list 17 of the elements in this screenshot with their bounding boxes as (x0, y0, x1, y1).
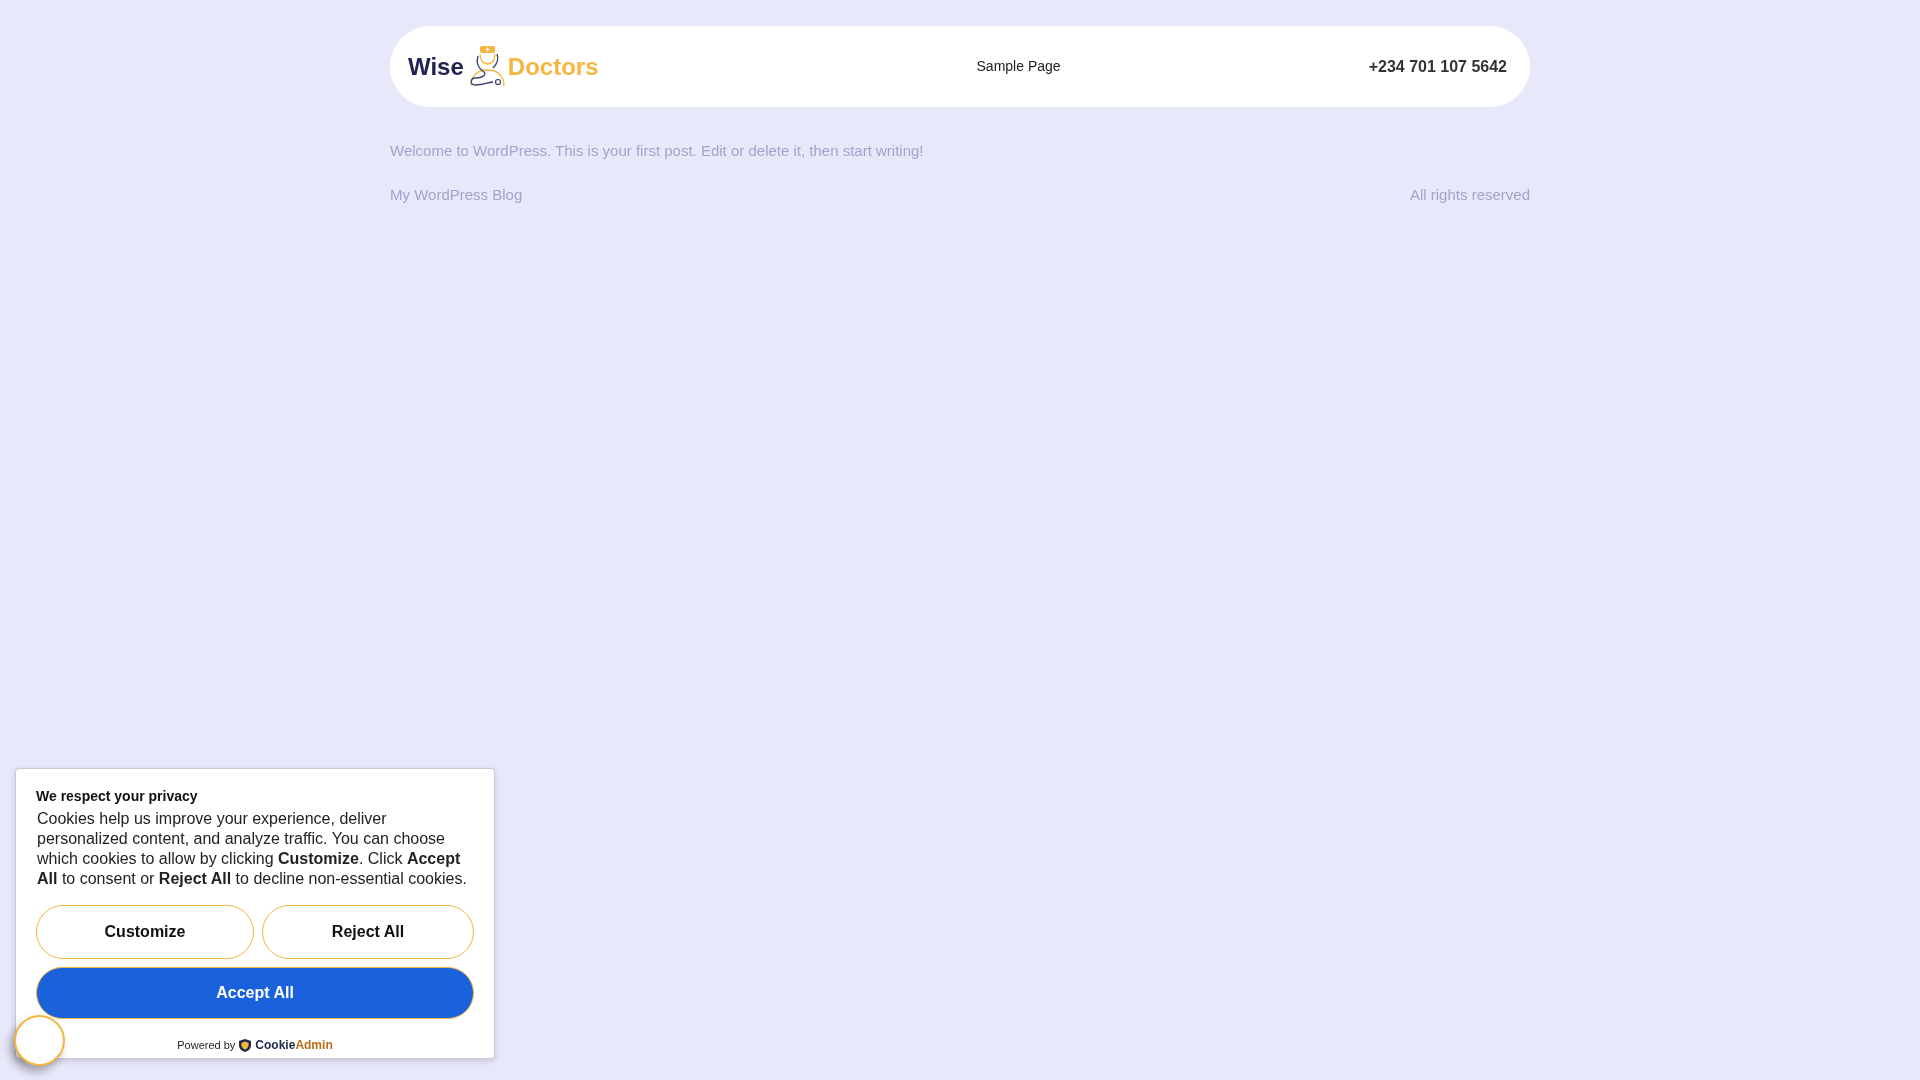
doctor-icon (467, 45, 506, 88)
shield-icon (239, 1038, 252, 1052)
outline-button[interactable]: Customize (36, 905, 254, 959)
nav-link[interactable]: Sample Page (976, 56, 1061, 77)
powered-by-text: Powered by (177, 1037, 236, 1053)
site-name: My WordPress Blog (390, 184, 523, 205)
phone-link[interactable]: +234 701 107 5642 (1368, 54, 1507, 79)
cookie-settings-button[interactable] (14, 1015, 65, 1066)
accept-button[interactable]: Accept All (36, 967, 474, 1019)
banner-text: Cookies help us improve your experience, deliver personalized content, and analyze traffic. You can choose which cookies to allow by clicking Customize. Click Accept All to consent or Reject All to decline non-essential cookies. (37, 809, 468, 889)
post-excerpt: Welcome to WordPress. This is your first post. Edit or delete it, then start writing! (390, 141, 925, 161)
logo-text: Wise (408, 54, 464, 79)
copyright-text: All rights reserved (1409, 184, 1530, 205)
banner-title: We respect your privacy (36, 787, 199, 806)
logo-text: Doctors (507, 54, 599, 79)
outline-button[interactable]: Reject All (262, 905, 474, 959)
brand-logo-text: CookieAdmin (255, 1037, 333, 1054)
